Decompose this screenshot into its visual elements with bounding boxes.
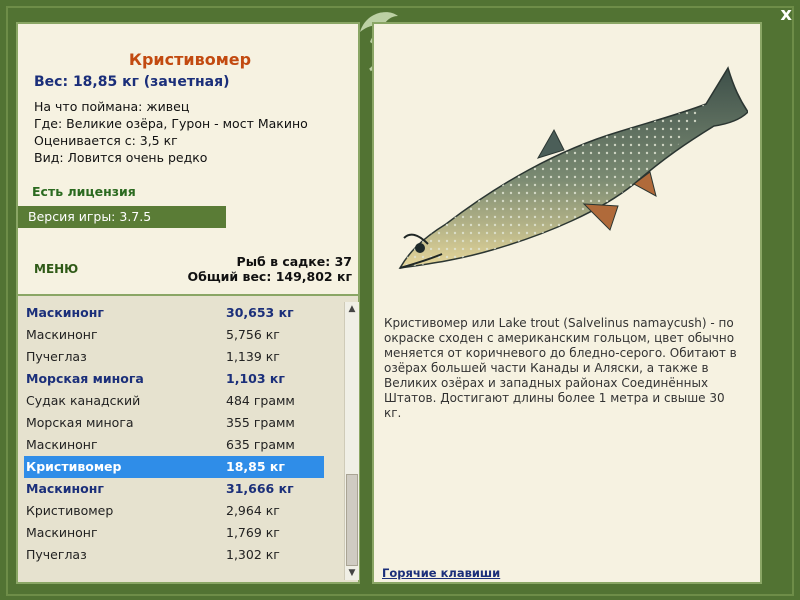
close-button[interactable]: x [780, 6, 792, 24]
catch-details: На что поймана: живец Где: Великие озёра… [34, 98, 354, 166]
list-item[interactable]: Маскинонг 5,756 кг [24, 324, 324, 346]
game-version: Версия игры: 3.7.5 [18, 206, 226, 228]
list-item-name: Пучеглаз [26, 547, 87, 562]
menu-button[interactable]: меню [34, 262, 78, 276]
license-status: Есть лицензия [32, 184, 136, 199]
list-item[interactable]: Судак канадский 484 грамм [24, 390, 324, 412]
list-item-weight: 484 грамм [226, 393, 295, 408]
scroll-down-icon[interactable]: ▼ [345, 566, 359, 580]
list-item[interactable]: Маскинонг 635 грамм [24, 434, 324, 456]
list-item-weight: 2,964 кг [226, 503, 280, 518]
list-item-weight: 18,85 кг [226, 459, 285, 474]
fish-description: Кристивомер или Lake trout (Salvelinus n… [384, 316, 737, 420]
catch-info-panel: Кристивомер Вес: 18,85 кг (зачетная) На … [16, 22, 360, 296]
list-item[interactable]: Морская минога 355 грамм [24, 412, 324, 434]
list-item-weight: 1,769 кг [226, 525, 280, 540]
fish-count: Рыб в садке: 37 [236, 254, 352, 269]
list-item-weight: 635 грамм [226, 437, 295, 452]
list-scrollbar[interactable]: ▲ ▼ [344, 302, 359, 580]
hotkeys-link[interactable]: Горячие клавиши [382, 566, 500, 580]
list-item-weight: 1,302 кг [226, 547, 280, 562]
list-item[interactable]: Кристивомер 2,964 кг [24, 500, 324, 522]
lake-trout-image [398, 66, 748, 269]
list-item-name: Маскинонг [26, 327, 98, 342]
fish-detail-panel: Кристивомер или Lake trout (Salvelinus n… [372, 22, 762, 584]
list-item[interactable]: Пучеглаз 1,139 кг [24, 346, 324, 368]
catch-list: Маскинонг 30,653 кг Маскинонг 5,756 кг Пучег… [24, 302, 324, 566]
list-item-name: Маскинонг [26, 437, 98, 452]
list-item-name: Маскинонг [26, 525, 98, 540]
total-weight: Общий вес: 149,802 кг [187, 269, 353, 284]
fish-weight: Вес: 18,85 кг (зачетная) [34, 74, 230, 90]
rarity-text: Вид: Ловится очень редко [34, 150, 208, 165]
list-item[interactable]: Кристивомер 18,85 кг [24, 456, 324, 478]
list-item-name: Морская минога [26, 415, 134, 430]
keepnet-stats: Рыб в садке: 37 Общий вес: 149,802 кг [188, 254, 353, 284]
list-item-weight: 30,653 кг [226, 305, 294, 320]
scroll-thumb[interactable] [346, 474, 358, 566]
catch-list-panel: Маскинонг 30,653 кг Маскинонг 5,756 кг Пучег… [16, 296, 360, 584]
bait-text: На что поймана: живец [34, 99, 190, 114]
list-item-name: Кристивомер [26, 503, 114, 518]
fish-title: Кристивомер [128, 50, 252, 69]
list-item-name: Кристивомер [26, 459, 122, 474]
rated-text: Оценивается с: 3,5 кг [34, 133, 178, 148]
list-item-name: Маскинонг [26, 481, 104, 496]
list-item-name: Пучеглаз [26, 349, 87, 364]
list-item[interactable]: Маскинонг 30,653 кг [24, 302, 324, 324]
list-item-name: Судак канадский [26, 393, 141, 408]
list-item[interactable]: Пучеглаз 1,302 кг [24, 544, 324, 566]
game-window: x Кристивомер Вес: 18,85 кг (зачетная) Н… [0, 0, 800, 600]
list-item-name: Морская минога [26, 371, 144, 386]
list-item[interactable]: Маскинонг 31,666 кг [24, 478, 324, 500]
list-item[interactable]: Морская минога 1,103 кг [24, 368, 324, 390]
list-item-weight: 31,666 кг [226, 481, 294, 496]
list-item[interactable]: Маскинонг 1,769 кг [24, 522, 324, 544]
list-item-weight: 355 грамм [226, 415, 295, 430]
list-item-weight: 5,756 кг [226, 327, 280, 342]
list-item-weight: 1,139 кг [226, 349, 280, 364]
list-item-weight: 1,103 кг [226, 371, 285, 386]
scroll-up-icon[interactable]: ▲ [345, 302, 359, 316]
location-text: Где: Великие озёра, Гурон - мост Макино [34, 116, 308, 131]
list-item-name: Маскинонг [26, 305, 104, 320]
